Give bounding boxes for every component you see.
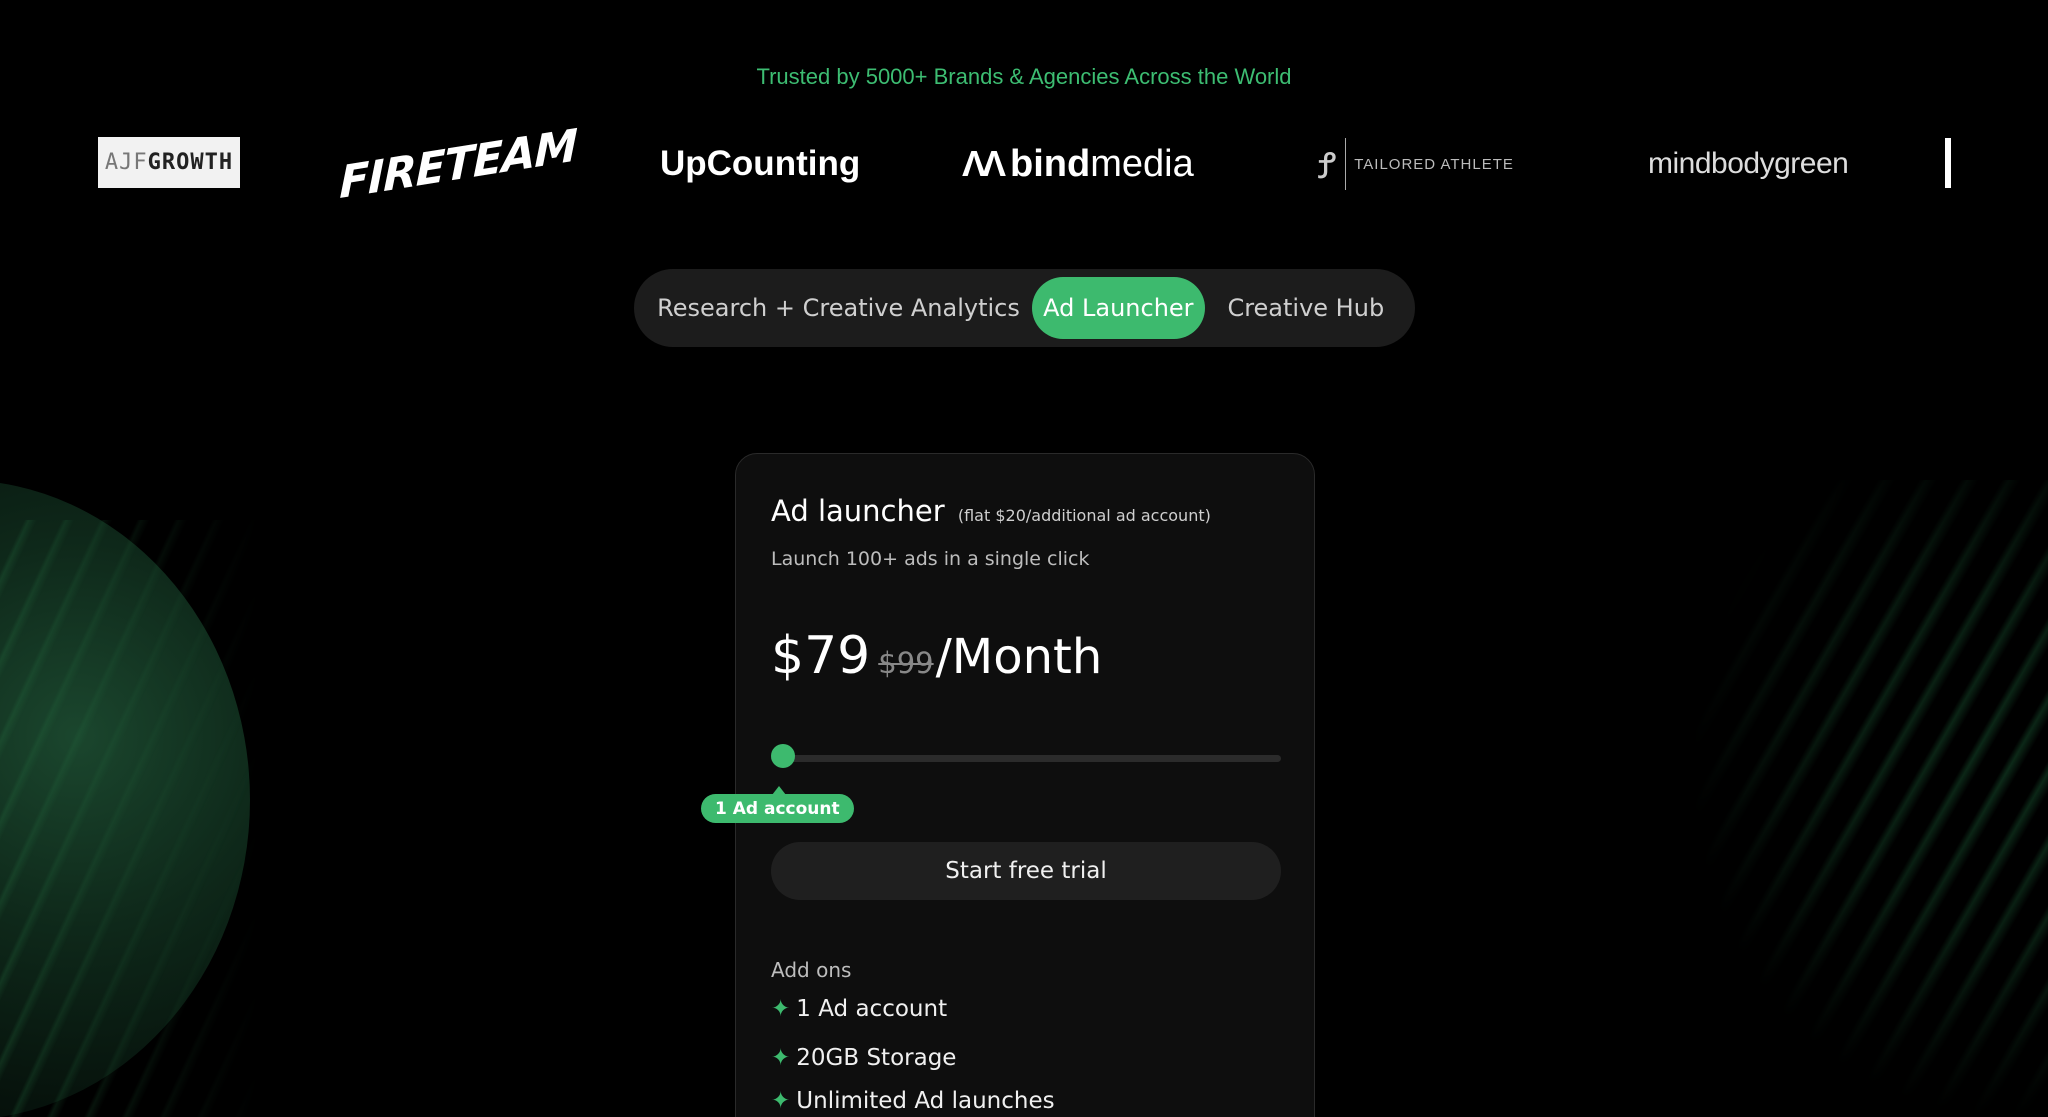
bindmedia-mark-icon: ΛΛ xyxy=(962,143,1006,184)
addons-heading: Add ons xyxy=(771,958,852,982)
ajf-growth-logo: AJF GROWTH xyxy=(98,137,240,188)
tailored-athlete-divider xyxy=(1345,138,1347,190)
pricing-page: Trusted by 5000+ Brands & Agencies Acros… xyxy=(0,0,2048,1117)
addon-item: ✦ Unlimited Ad launches xyxy=(771,1088,1055,1114)
partial-logo-bar xyxy=(1945,138,1951,188)
upcounting-logo: UpCounting xyxy=(660,144,861,183)
bindmedia-logo-bold: bind xyxy=(1010,142,1091,185)
trusted-by-tagline: Trusted by 5000+ Brands & Agencies Acros… xyxy=(756,64,1292,89)
bindmedia-logo: ΛΛ bind media xyxy=(962,124,1194,204)
bindmedia-logo-light: media xyxy=(1090,142,1194,185)
plan-title-note: (flat $20/additional ad account) xyxy=(957,506,1211,525)
sparkle-icon: ✦ xyxy=(771,996,791,1022)
decorative-stripes-left xyxy=(0,520,260,1117)
old-price: $99 xyxy=(878,646,934,680)
tab-research-creative-analytics[interactable]: Research + Creative Analytics xyxy=(642,277,1021,339)
fireteam-logo: FIRETEAM xyxy=(339,119,578,209)
decorative-stripes-right xyxy=(1688,480,2048,1117)
sparkle-icon: ✦ xyxy=(771,1088,791,1114)
brand-logo-strip: AJF GROWTH FIRETEAM UpCounting ΛΛ bind medi… xyxy=(0,119,2048,209)
product-tabs: Research + Creative Analytics Ad Launche… xyxy=(634,269,1415,347)
tab-ad-launcher[interactable]: Ad Launcher xyxy=(1032,277,1205,339)
price-period: /Month xyxy=(935,629,1103,685)
addon-item: ✦ 1 Ad account xyxy=(771,996,947,1022)
start-free-trial-button[interactable]: Start free trial xyxy=(771,842,1281,900)
ad-account-slider-track[interactable] xyxy=(771,755,1281,762)
mindbodygreen-logo: mindbodygreen xyxy=(1648,147,1849,180)
tailored-athlete-wordmark: TAILORED ATHLETE xyxy=(1354,155,1514,173)
ajf-logo-prefix: AJF xyxy=(104,150,148,175)
ajf-logo-suffix: GROWTH xyxy=(147,150,234,175)
addon-item-label: Unlimited Ad launches xyxy=(796,1088,1055,1114)
plan-subtitle: Launch 100+ ads in a single click xyxy=(771,548,1090,570)
addon-item: ✦ 20GB Storage xyxy=(771,1045,956,1071)
sparkle-icon: ✦ xyxy=(771,1045,791,1071)
addon-item-label: 1 Ad account xyxy=(796,996,948,1022)
tailored-athlete-logo: Ꝭ TAILORED ATHLETE xyxy=(1318,124,1514,204)
tab-creative-hub[interactable]: Creative Hub xyxy=(1205,277,1407,339)
tailored-athlete-monogram-icon: Ꝭ xyxy=(1318,145,1338,187)
slider-value-badge: 1 Ad account xyxy=(701,794,854,823)
plan-title-text: Ad launcher xyxy=(771,494,945,528)
addon-item-label: 20GB Storage xyxy=(796,1045,957,1071)
plan-title: Ad launcher (flat $20/additional ad acco… xyxy=(771,494,1211,528)
plan-price: $79 $99 /Month xyxy=(771,626,1102,686)
ad-launcher-pricing-card: Ad launcher (flat $20/additional ad acco… xyxy=(701,453,1315,1117)
current-price: $79 xyxy=(771,626,871,686)
ad-account-slider-thumb[interactable] xyxy=(771,744,795,768)
